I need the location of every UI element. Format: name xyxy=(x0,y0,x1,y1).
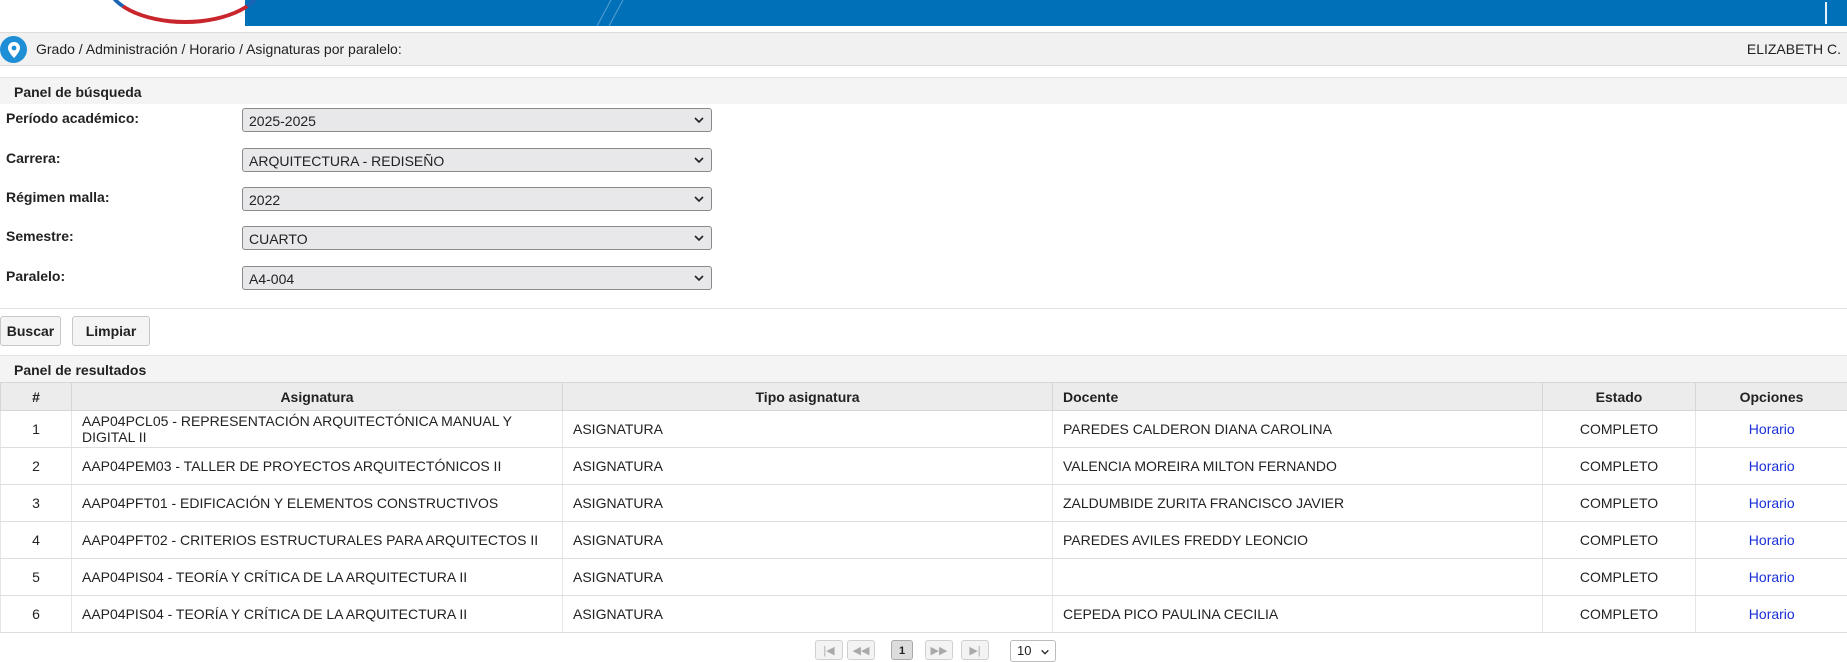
teacher-cell: VALENCIA MOREIRA MILTON FERNANDO xyxy=(1053,448,1543,485)
col-header-asignatura[interactable]: Asignatura xyxy=(72,383,563,411)
horario-link[interactable]: Horario xyxy=(1696,559,1847,596)
teacher-cell: PAREDES CALDERON DIANA CAROLINA xyxy=(1053,411,1543,448)
row-number: 6 xyxy=(1,596,72,633)
search-panel-header: Panel de búsqueda xyxy=(0,77,1847,104)
horario-link[interactable]: Horario xyxy=(1696,448,1847,485)
carrera-value: ARQUITECTURA - REDISEÑO xyxy=(249,153,444,169)
search-panel-title: Panel de búsqueda xyxy=(14,84,142,100)
row-number: 3 xyxy=(1,485,72,522)
row-number: 2 xyxy=(1,448,72,485)
results-table: # Asignatura Tipo asignatura Docente Est… xyxy=(0,382,1847,633)
periodo-select[interactable]: 2025-2025 xyxy=(242,108,712,132)
teacher-cell xyxy=(1053,559,1543,596)
type-cell: ASIGNATURA xyxy=(563,448,1053,485)
rows-per-page-select[interactable]: 10 xyxy=(1010,640,1056,662)
location-pin-icon xyxy=(0,36,27,63)
breadcrumb: Grado / Administración / Horario / Asign… xyxy=(36,41,402,57)
col-header-estado[interactable]: Estado xyxy=(1543,383,1696,411)
row-number: 5 xyxy=(1,559,72,596)
type-cell: ASIGNATURA xyxy=(563,559,1053,596)
first-page-button[interactable]: |◀ xyxy=(815,640,843,660)
banner-decoration xyxy=(595,0,635,26)
teacher-cell: ZALDUMBIDE ZURITA FRANCISCO JAVIER xyxy=(1053,485,1543,522)
page-1-button[interactable]: 1 xyxy=(891,640,913,660)
status-cell: COMPLETO xyxy=(1543,596,1696,633)
chevron-down-icon xyxy=(693,272,705,284)
subject-cell: AAP04PFT02 - CRITERIOS ESTRUCTURALES PAR… xyxy=(72,522,563,559)
semestre-value: CUARTO xyxy=(249,231,308,247)
col-header-num[interactable]: # xyxy=(1,383,72,411)
type-cell: ASIGNATURA xyxy=(563,522,1053,559)
table-row: 1 AAP04PCL05 - REPRESENTACIÓN ARQUITECTÓ… xyxy=(1,411,1847,448)
semestre-label: Semestre: xyxy=(6,228,74,244)
last-page-button[interactable]: ▶| xyxy=(961,640,989,660)
periodo-value: 2025-2025 xyxy=(249,113,316,129)
paralelo-label: Paralelo: xyxy=(6,268,65,284)
type-cell: ASIGNATURA xyxy=(563,485,1053,522)
clear-button[interactable]: Limpiar xyxy=(72,316,150,346)
next-page-button[interactable]: ▶▶ xyxy=(925,640,953,660)
regimen-value: 2022 xyxy=(249,192,280,208)
type-cell: ASIGNATURA xyxy=(563,596,1053,633)
row-number: 4 xyxy=(1,522,72,559)
search-button[interactable]: Buscar xyxy=(0,316,61,346)
results-panel-header: Panel de resultados xyxy=(0,355,1847,382)
status-cell: COMPLETO xyxy=(1543,411,1696,448)
teacher-cell: CEPEDA PICO PAULINA CECILIA xyxy=(1053,596,1543,633)
status-cell: COMPLETO xyxy=(1543,485,1696,522)
header-banner xyxy=(0,0,1847,26)
periodo-label: Período académico: xyxy=(6,110,139,126)
horario-link[interactable]: Horario xyxy=(1696,522,1847,559)
col-header-docente[interactable]: Docente xyxy=(1053,383,1543,411)
horario-link[interactable]: Horario xyxy=(1696,411,1847,448)
type-cell: ASIGNATURA xyxy=(563,411,1053,448)
horario-link[interactable]: Horario xyxy=(1696,596,1847,633)
chevron-down-icon xyxy=(693,193,705,205)
paralelo-select[interactable]: A4-004 xyxy=(242,266,712,290)
row-number: 1 xyxy=(1,411,72,448)
regimen-label: Régimen malla: xyxy=(6,189,109,205)
col-header-tipo[interactable]: Tipo asignatura xyxy=(563,383,1053,411)
table-header-row: # Asignatura Tipo asignatura Docente Est… xyxy=(1,383,1847,411)
paralelo-value: A4-004 xyxy=(249,271,294,287)
semestre-select[interactable]: CUARTO xyxy=(242,226,712,250)
chevron-down-icon xyxy=(693,114,705,126)
banner-divider xyxy=(1825,2,1827,24)
status-cell: COMPLETO xyxy=(1543,448,1696,485)
carrera-label: Carrera: xyxy=(6,150,60,166)
horario-link[interactable]: Horario xyxy=(1696,485,1847,522)
divider xyxy=(0,308,1847,309)
user-name[interactable]: ELIZABETH C. xyxy=(1747,41,1841,57)
status-cell: COMPLETO xyxy=(1543,559,1696,596)
breadcrumb-bar: Grado / Administración / Horario / Asign… xyxy=(0,32,1847,66)
carrera-select[interactable]: ARQUITECTURA - REDISEÑO xyxy=(242,148,712,172)
subject-cell: AAP04PFT01 - EDIFICACIÓN Y ELEMENTOS CON… xyxy=(72,485,563,522)
chevron-down-icon xyxy=(693,154,705,166)
chevron-down-icon xyxy=(693,232,705,244)
teacher-cell: PAREDES AVILES FREDDY LEONCIO xyxy=(1053,522,1543,559)
regimen-select[interactable]: 2022 xyxy=(242,187,712,211)
subject-cell: AAP04PIS04 - TEORÍA Y CRÍTICA DE LA ARQU… xyxy=(72,559,563,596)
table-row: 3 AAP04PFT01 - EDIFICACIÓN Y ELEMENTOS C… xyxy=(1,485,1847,522)
col-header-opciones: Opciones xyxy=(1696,383,1847,411)
prev-page-button[interactable]: ◀◀ xyxy=(847,640,875,660)
subject-cell: AAP04PIS04 - TEORÍA Y CRÍTICA DE LA ARQU… xyxy=(72,596,563,633)
table-row: 6 AAP04PIS04 - TEORÍA Y CRÍTICA DE LA AR… xyxy=(1,596,1847,633)
table-row: 4 AAP04PFT02 - CRITERIOS ESTRUCTURALES P… xyxy=(1,522,1847,559)
status-cell: COMPLETO xyxy=(1543,522,1696,559)
subject-cell: AAP04PEM03 - TALLER DE PROYECTOS ARQUITE… xyxy=(72,448,563,485)
table-row: 5 AAP04PIS04 - TEORÍA Y CRÍTICA DE LA AR… xyxy=(1,559,1847,596)
subject-cell: AAP04PCL05 - REPRESENTACIÓN ARQUITECTÓNI… xyxy=(72,411,563,448)
table-row: 2 AAP04PEM03 - TALLER DE PROYECTOS ARQUI… xyxy=(1,448,1847,485)
results-panel-title: Panel de resultados xyxy=(14,362,146,378)
